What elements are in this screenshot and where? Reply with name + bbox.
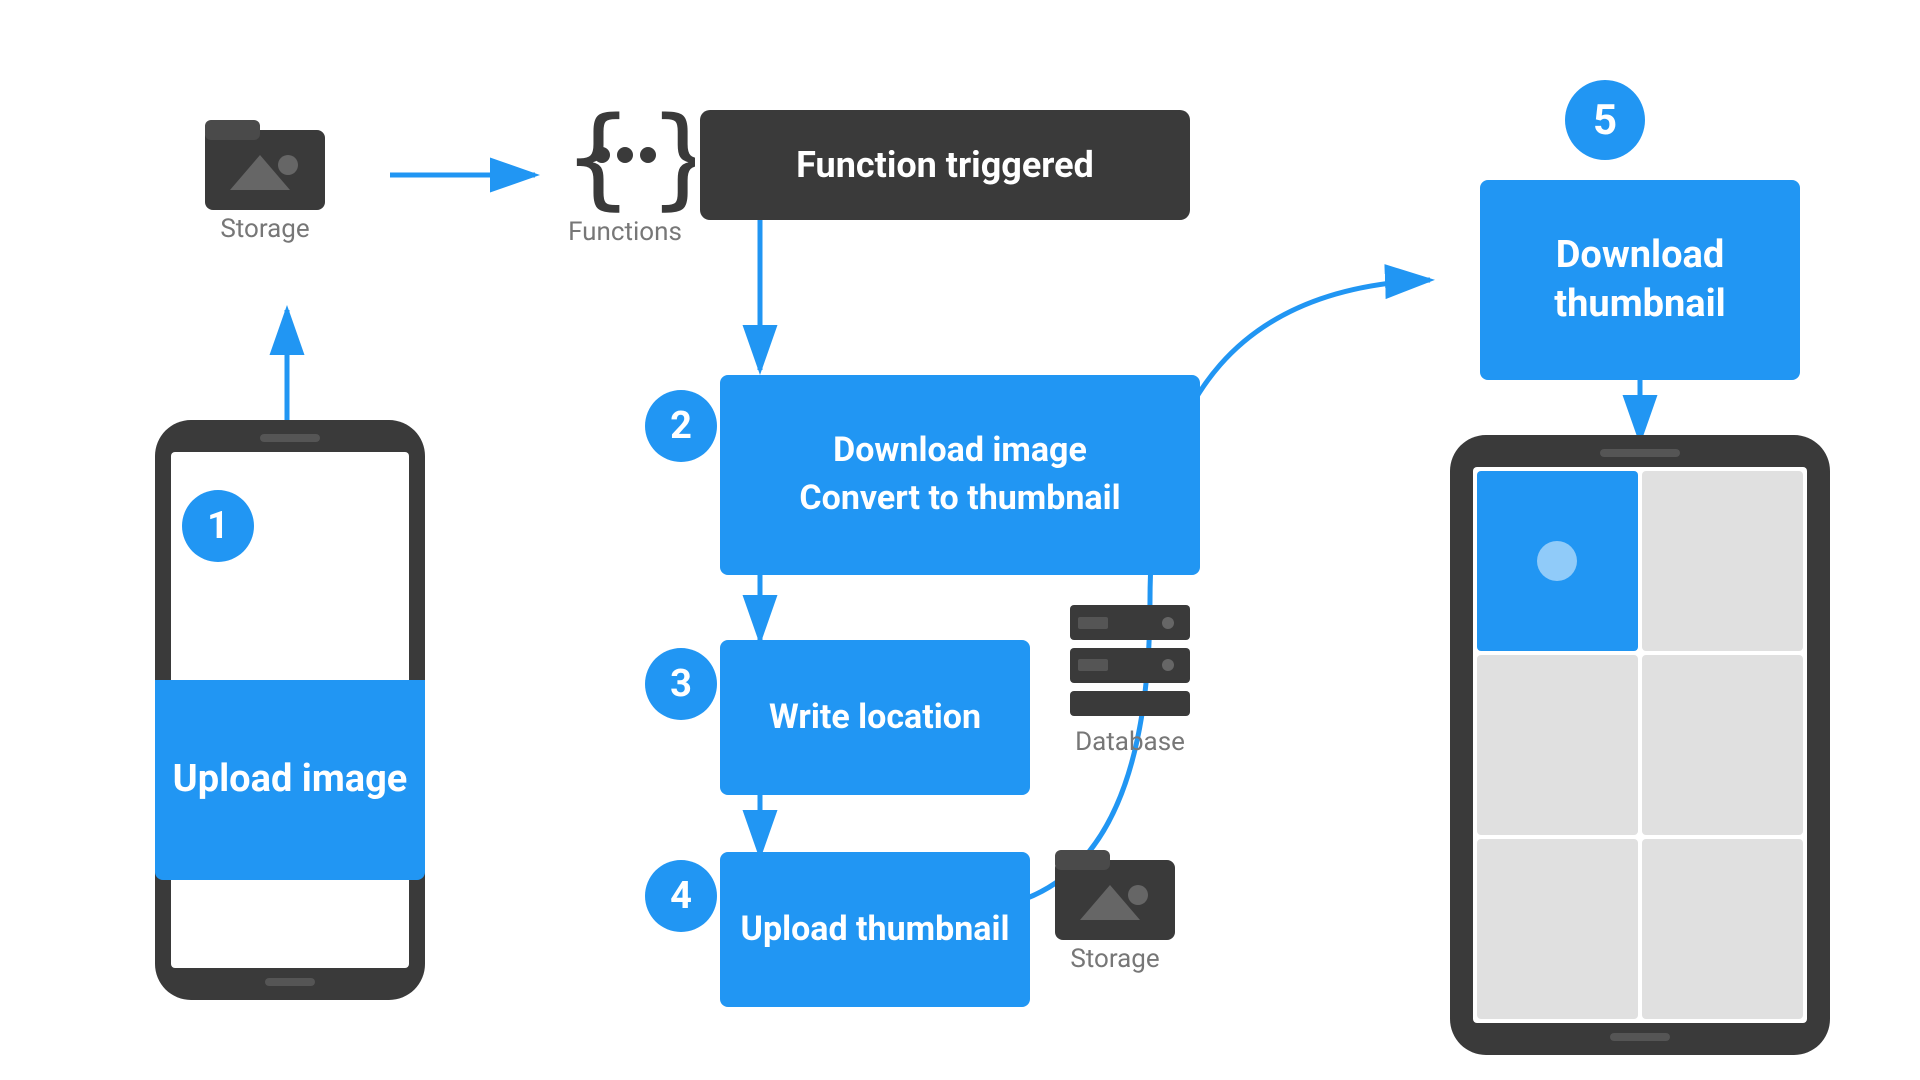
storage-folder-svg [200, 100, 330, 210]
step-2-box: Download image Convert to thumbnail [720, 375, 1200, 575]
function-triggered-box: Function triggered [700, 110, 1190, 220]
storage-bottom-label: Storage [1070, 944, 1159, 974]
grid-cell-3 [1477, 655, 1638, 835]
storage-bottom-svg [1050, 830, 1180, 940]
step-1-box: Upload image [155, 680, 425, 880]
functions-icon: { } Functions [555, 95, 695, 247]
grid-circle [1537, 541, 1577, 581]
grid-cell-6 [1642, 839, 1803, 1019]
phone-screen-grid [1473, 467, 1807, 1023]
grid-cell-5 [1477, 839, 1638, 1019]
phone-btn-right [1610, 1033, 1670, 1041]
storage-bottom-icon: Storage [1050, 830, 1180, 974]
step-1-number: 1 [182, 490, 254, 562]
grid-cell-4 [1642, 655, 1803, 835]
step-4-box: Upload thumbnail [720, 852, 1030, 1007]
phone-speaker-right [1600, 449, 1680, 457]
step-5-number: 5 [1565, 80, 1645, 160]
storage-top-icon: Storage [200, 100, 330, 244]
step-3-box: Write location [720, 640, 1030, 795]
step-2-number: 2 [645, 390, 717, 462]
database-icon: Database [1060, 595, 1200, 757]
right-phone-screen [1473, 467, 1807, 1023]
step-4-number: 4 [645, 860, 717, 932]
grid-cell-1 [1477, 471, 1638, 651]
storage-top-label: Storage [220, 214, 309, 244]
database-label: Database [1075, 727, 1185, 757]
phone-btn-left [265, 978, 315, 986]
step-3-number: 3 [645, 648, 717, 720]
functions-svg: { } [555, 95, 695, 215]
diagram: 1 Upload image Storage { } Functions [0, 0, 1920, 1080]
database-svg [1060, 595, 1200, 725]
svg-text:}: } [650, 95, 695, 215]
right-phone [1450, 435, 1830, 1055]
functions-label: Functions [568, 217, 682, 247]
grid-cell-2 [1642, 471, 1803, 651]
phone-speaker-left [260, 434, 320, 442]
step-5-box: Download thumbnail [1480, 180, 1800, 380]
